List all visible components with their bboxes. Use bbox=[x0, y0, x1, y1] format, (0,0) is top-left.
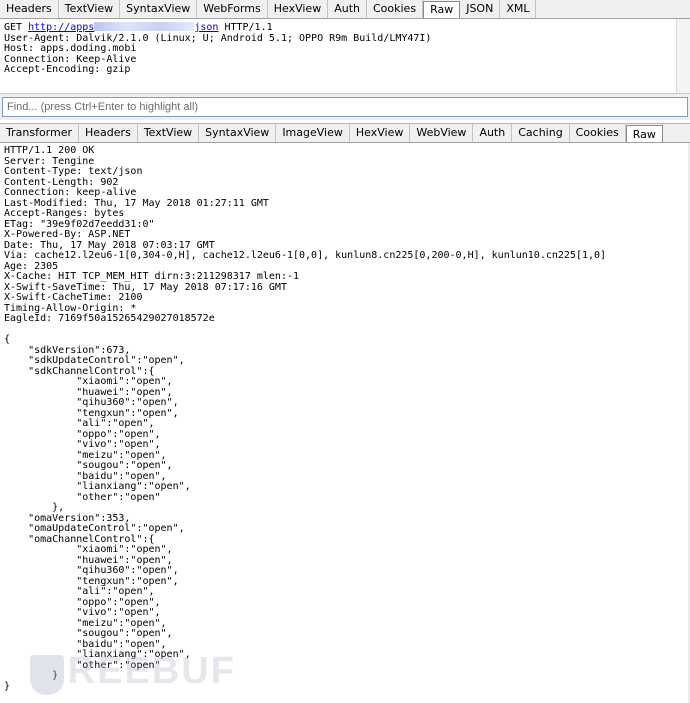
request-tab-json[interactable]: JSON bbox=[460, 0, 501, 18]
response-tab-syntaxview[interactable]: SyntaxView bbox=[199, 124, 277, 142]
redacted-url-segment bbox=[94, 22, 195, 31]
response-tab-bar: Transformer Headers TextView SyntaxView Imag… bbox=[0, 123, 690, 143]
response-tab-caching[interactable]: Caching bbox=[512, 124, 570, 142]
request-tab-bar: Headers TextView SyntaxView WebForms HexView… bbox=[0, 0, 690, 19]
request-tab-textview[interactable]: TextView bbox=[59, 0, 121, 18]
request-url-link[interactable]: http://apps json bbox=[28, 22, 218, 33]
response-json-body: { "sdkVersion":673, "sdkUpdateControl":"… bbox=[4, 334, 191, 692]
request-raw-pane[interactable]: GET http://apps json HTTP/1.1 User-Agent:… bbox=[0, 19, 676, 93]
url-suffix: json bbox=[194, 22, 219, 33]
response-tab-headers[interactable]: Headers bbox=[79, 124, 138, 142]
response-tab-cookies[interactable]: Cookies bbox=[570, 124, 626, 142]
response-tab-textview[interactable]: TextView bbox=[138, 124, 200, 142]
request-tab-xml[interactable]: XML bbox=[500, 0, 537, 18]
request-scrollbar[interactable] bbox=[676, 19, 690, 93]
response-raw-pane[interactable]: HTTP/1.1 200 OK Server: Tengine Content-… bbox=[0, 143, 690, 703]
response-tab-transformer[interactable]: Transformer bbox=[0, 124, 80, 142]
request-method: GET bbox=[4, 22, 29, 33]
response-tab-auth[interactable]: Auth bbox=[473, 124, 513, 142]
find-input[interactable]: Find... (press Ctrl+Enter to highlight a… bbox=[2, 97, 688, 117]
request-tab-hexview[interactable]: HexView bbox=[268, 0, 329, 18]
url-prefix: http://apps bbox=[28, 22, 95, 33]
request-tab-auth[interactable]: Auth bbox=[328, 0, 367, 18]
response-tab-hexview[interactable]: HexView bbox=[350, 124, 411, 142]
request-tab-headers[interactable]: Headers bbox=[0, 0, 59, 18]
request-tab-raw[interactable]: Raw bbox=[423, 1, 461, 18]
response-tab-imageview[interactable]: ImageView bbox=[276, 124, 350, 142]
freebuf-logo-icon bbox=[30, 655, 64, 695]
request-tab-cookies[interactable]: Cookies bbox=[367, 0, 424, 18]
response-headers: HTTP/1.1 200 OK Server: Tengine Content-… bbox=[4, 145, 607, 324]
request-line: GET http://apps json HTTP/1.1 bbox=[4, 22, 273, 33]
request-tab-webforms[interactable]: WebForms bbox=[197, 0, 268, 18]
request-raw-text: GET http://apps json HTTP/1.1 User-Agent:… bbox=[4, 22, 676, 76]
request-headers: User-Agent: Dalvik/2.1.0 (Linux; U; Andr… bbox=[4, 32, 432, 75]
response-raw-text: HTTP/1.1 200 OK Server: Tengine Content-… bbox=[4, 145, 690, 692]
response-tab-webview[interactable]: WebView bbox=[410, 124, 474, 142]
request-protocol: HTTP/1.1 bbox=[218, 22, 273, 33]
response-tab-raw[interactable]: Raw bbox=[625, 125, 663, 142]
request-tab-syntaxview[interactable]: SyntaxView bbox=[120, 0, 198, 18]
find-bar: Find... (press Ctrl+Enter to highlight a… bbox=[0, 93, 690, 120]
